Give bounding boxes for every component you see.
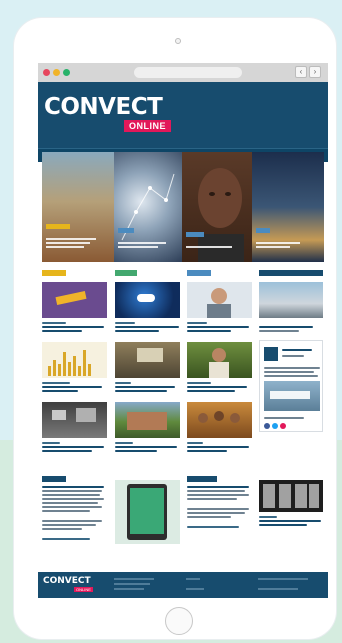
- window-close-dot[interactable]: [43, 69, 50, 76]
- article-thumbnail[interactable]: [42, 282, 107, 318]
- twitter-widget[interactable]: [259, 340, 323, 432]
- browser-toolbar: ‹ ›: [38, 63, 328, 82]
- article-thumbnail[interactable]: [259, 480, 323, 512]
- window-maximize-dot[interactable]: [63, 69, 70, 76]
- hero-tile-network[interactable]: [114, 152, 182, 262]
- online-badge: ONLINE: [124, 120, 172, 132]
- facebook-icon[interactable]: [264, 423, 270, 429]
- hero-carousel: [38, 152, 328, 262]
- site-logo[interactable]: CONVECT: [44, 94, 163, 120]
- section-label[interactable]: [42, 476, 66, 482]
- person-graphic: [207, 288, 231, 318]
- hero-tile-portrait[interactable]: [182, 152, 252, 262]
- article-thumbnail[interactable]: [115, 282, 180, 318]
- hero-tag: [186, 232, 204, 237]
- mail-icon[interactable]: [280, 423, 286, 429]
- hero-tag: [256, 228, 270, 233]
- section-label[interactable]: [42, 270, 66, 276]
- article-thumbnail[interactable]: [42, 342, 107, 378]
- xray-graphic: [263, 484, 319, 508]
- article-thumbnail[interactable]: [187, 282, 252, 318]
- hero-tag: [118, 228, 134, 233]
- article-thumbnail[interactable]: [115, 402, 180, 438]
- article-thumbnail[interactable]: [187, 342, 252, 378]
- article-thumbnail[interactable]: [42, 402, 107, 438]
- content-grid: [38, 270, 328, 502]
- section-label[interactable]: [187, 270, 211, 276]
- address-bar[interactable]: [134, 67, 242, 78]
- footer-online-badge: ONLINE: [74, 587, 93, 592]
- back-button[interactable]: ‹: [295, 66, 307, 78]
- section-label[interactable]: [115, 270, 137, 276]
- section-label[interactable]: [259, 270, 323, 276]
- section-label[interactable]: [187, 476, 217, 482]
- group-graphic: [198, 411, 240, 423]
- window-minimize-dot[interactable]: [53, 69, 60, 76]
- tablet-home-button[interactable]: [165, 607, 193, 635]
- article-thumbnail[interactable]: [115, 342, 180, 378]
- twitter-icon[interactable]: [272, 423, 278, 429]
- site-header: CONVECT ONLINE: [38, 82, 328, 148]
- forward-button[interactable]: ›: [309, 66, 321, 78]
- footer-logo[interactable]: CONVECT: [43, 576, 91, 586]
- hero-tile-city[interactable]: [252, 152, 324, 262]
- bar-graphic: [48, 350, 91, 376]
- sidebar-image[interactable]: [259, 282, 323, 318]
- site-footer: CONVECT ONLINE: [38, 572, 328, 598]
- person-graphic: [209, 348, 229, 378]
- tablet-screen: ‹ › CONVECT ONLINE CONVECT ONLINE: [38, 63, 328, 598]
- hero-tile-desert[interactable]: [42, 152, 114, 262]
- tablet-camera: [175, 38, 181, 44]
- tweet-image[interactable]: [264, 381, 320, 411]
- hero-tag: [46, 224, 70, 229]
- article-thumbnail[interactable]: [187, 402, 252, 438]
- magazine-cover[interactable]: [115, 480, 180, 544]
- lower-section: [38, 476, 328, 571]
